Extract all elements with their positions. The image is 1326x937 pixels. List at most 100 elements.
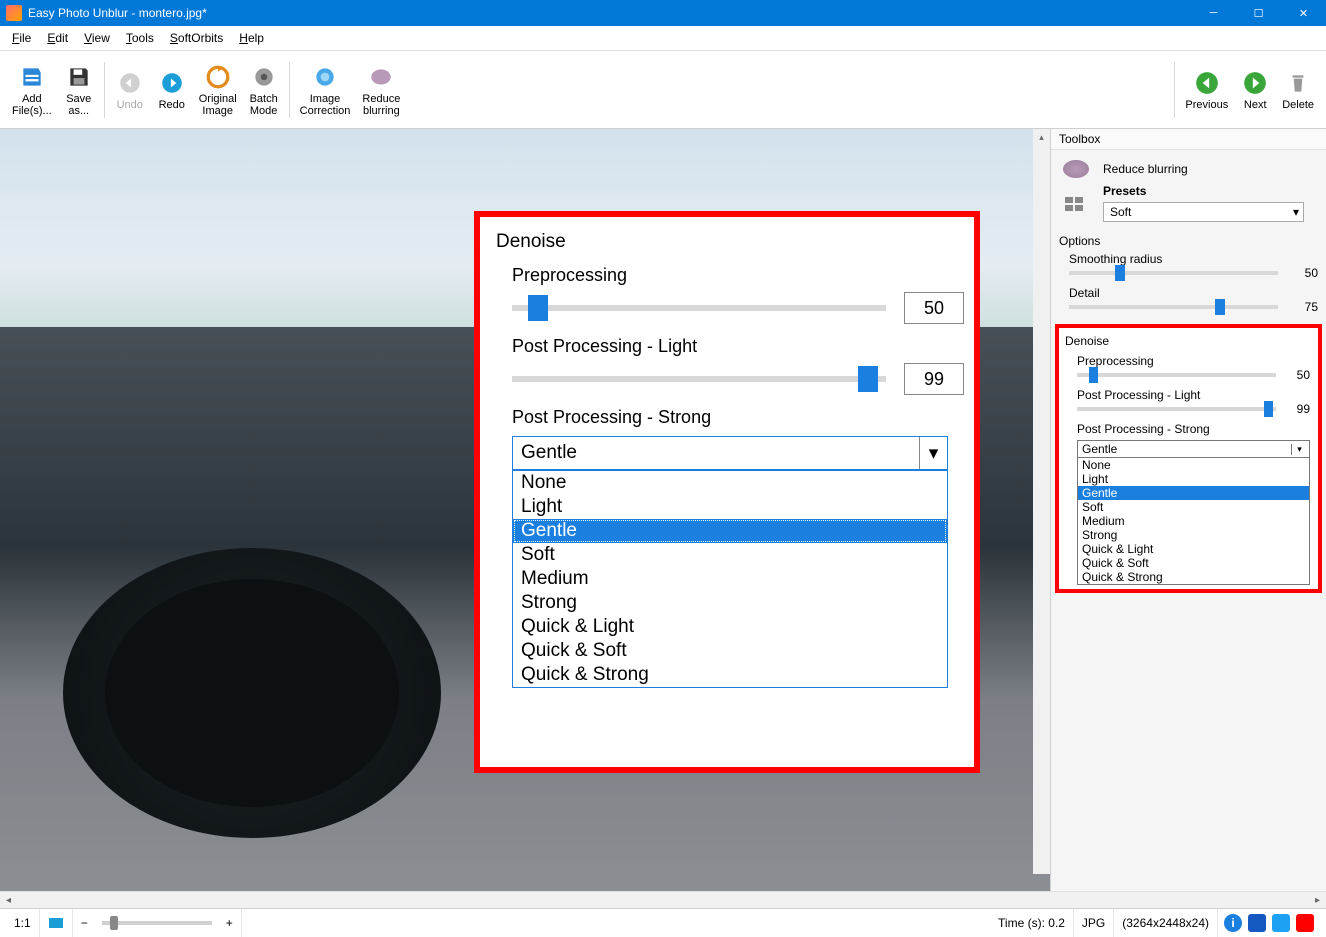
list-option[interactable]: Soft <box>513 543 947 567</box>
list-option[interactable]: None <box>513 471 947 495</box>
list-option[interactable]: Quick & Strong <box>1078 570 1309 584</box>
post-light-slider[interactable] <box>1077 407 1276 411</box>
status-bar: 1:1 − + Time (s): 0.2 JPG (3264x2448x24)… <box>0 908 1326 937</box>
zoom-in-button[interactable]: + <box>218 909 242 937</box>
chevron-down-icon[interactable]: ▾ <box>919 437 947 469</box>
smoothing-radius-slider[interactable] <box>1069 271 1278 275</box>
list-option[interactable]: Quick & Soft <box>1078 556 1309 570</box>
post-strong-combo[interactable]: Gentle ▾ <box>1077 440 1310 458</box>
presets-label: Presets <box>1103 182 1314 200</box>
save-icon <box>65 63 93 91</box>
zoom-slider[interactable] <box>102 921 212 925</box>
toolbar-separator <box>1174 62 1175 118</box>
toolbar-separator <box>104 62 105 118</box>
post-light-slider[interactable] <box>512 376 886 382</box>
save-as-label: Save as... <box>66 93 91 117</box>
preprocessing-slider[interactable] <box>512 305 886 311</box>
delete-label: Delete <box>1282 99 1314 111</box>
chevron-down-icon[interactable]: ▾ <box>1291 444 1307 455</box>
image-canvas[interactable]: Denoise Preprocessing 50 Post Processing… <box>0 129 1050 891</box>
original-image-button[interactable]: Original Image <box>193 55 243 125</box>
next-button[interactable]: Next <box>1234 55 1276 125</box>
list-option[interactable]: Gentle <box>513 519 947 543</box>
menu-edit[interactable]: Edit <box>39 28 76 48</box>
reduce-blurring-button[interactable]: Reduce blurring <box>356 55 406 125</box>
next-icon <box>1241 69 1269 97</box>
list-option[interactable]: Quick & Soft <box>513 639 947 663</box>
post-strong-combo-value: Gentle <box>1082 442 1117 456</box>
info-icon[interactable]: i <box>1224 914 1242 932</box>
presets-value: Soft <box>1110 205 1131 219</box>
post-light-label: Post Processing - Light <box>512 336 964 357</box>
list-option[interactable]: Quick & Light <box>1078 542 1309 556</box>
add-files-button[interactable]: Add File(s)... <box>6 55 58 125</box>
redo-button[interactable]: Redo <box>151 55 193 125</box>
delete-icon <box>1284 69 1312 97</box>
menu-file[interactable]: File <box>4 28 39 48</box>
slider-thumb[interactable] <box>858 366 878 392</box>
previous-button[interactable]: Previous <box>1179 55 1234 125</box>
presets-dropdown[interactable]: Soft ▾ <box>1103 202 1304 222</box>
reduce-blurring-label: Reduce blurring <box>362 93 400 117</box>
list-option[interactable]: Strong <box>1078 528 1309 542</box>
slider-thumb[interactable] <box>528 295 548 321</box>
close-button[interactable]: ✕ <box>1281 0 1326 26</box>
list-option[interactable]: Soft <box>1078 500 1309 514</box>
image-correction-button[interactable]: Image Correction <box>294 55 357 125</box>
slider-thumb[interactable] <box>1089 367 1098 383</box>
minimize-button[interactable]: ─ <box>1191 0 1236 26</box>
post-strong-listbox[interactable]: NoneLightGentleSoftMediumStrongQuick & L… <box>1077 458 1310 585</box>
zoom-out-button[interactable]: − <box>73 909 96 937</box>
undo-icon <box>116 69 144 97</box>
list-option[interactable]: None <box>1078 458 1309 472</box>
menu-softorbits[interactable]: SoftOrbits <box>162 28 231 48</box>
list-option[interactable]: Quick & Light <box>513 615 947 639</box>
horizontal-scrollbar[interactable]: ◂ ▸ <box>0 891 1326 908</box>
presets-icon <box>1063 195 1089 215</box>
image-correction-icon <box>311 63 339 91</box>
delete-button[interactable]: Delete <box>1276 55 1320 125</box>
list-option[interactable]: Light <box>513 495 947 519</box>
preprocessing-slider[interactable] <box>1077 373 1276 377</box>
list-option[interactable]: Medium <box>513 567 947 591</box>
menu-view[interactable]: View <box>76 28 118 48</box>
post-light-value[interactable]: 99 <box>904 363 964 395</box>
facebook-icon[interactable] <box>1248 914 1266 932</box>
denoise-panel-zoom: Denoise Preprocessing 50 Post Processing… <box>474 211 980 773</box>
list-option[interactable]: Gentle <box>1078 486 1309 500</box>
chevron-down-icon: ▾ <box>1293 205 1299 219</box>
window-title: Easy Photo Unblur - montero.jpg* <box>28 6 1191 20</box>
preprocessing-value[interactable]: 50 <box>904 292 964 324</box>
smoothing-radius-value: 50 <box>1288 266 1318 280</box>
twitter-icon[interactable] <box>1272 914 1290 932</box>
list-option[interactable]: Medium <box>1078 514 1309 528</box>
youtube-icon[interactable] <box>1296 914 1314 932</box>
vertical-scrollbar[interactable]: ▴ <box>1033 129 1050 874</box>
menu-help[interactable]: Help <box>231 28 272 48</box>
fit-to-screen-button[interactable] <box>40 909 73 937</box>
options-label: Options <box>1051 232 1326 250</box>
list-option[interactable]: Strong <box>513 591 947 615</box>
slider-thumb[interactable] <box>1115 265 1125 281</box>
preprocessing-label: Preprocessing <box>1063 352 1314 368</box>
maximize-button[interactable]: ☐ <box>1236 0 1281 26</box>
menu-tools[interactable]: Tools <box>118 28 162 48</box>
scroll-right-icon[interactable]: ▸ <box>1309 895 1326 906</box>
scroll-left-icon[interactable]: ◂ <box>0 895 17 906</box>
post-strong-listbox[interactable]: NoneLightGentleSoftMediumStrongQuick & L… <box>512 470 948 688</box>
list-option[interactable]: Light <box>1078 472 1309 486</box>
list-option[interactable]: Quick & Strong <box>513 663 947 687</box>
image-correction-label: Image Correction <box>300 93 351 117</box>
slider-thumb[interactable] <box>1215 299 1225 315</box>
previous-label: Previous <box>1185 99 1228 111</box>
slider-thumb[interactable] <box>110 916 118 930</box>
save-as-button[interactable]: Save as... <box>58 55 100 125</box>
detail-slider[interactable] <box>1069 305 1278 309</box>
undo-button[interactable]: Undo <box>109 55 151 125</box>
redo-label: Redo <box>159 99 185 111</box>
post-strong-combo[interactable]: Gentle ▾ <box>512 436 948 470</box>
slider-thumb[interactable] <box>1264 401 1273 417</box>
batch-mode-button[interactable]: Batch Mode <box>243 55 285 125</box>
reduce-blurring-icon <box>1063 160 1089 178</box>
zoom-ratio[interactable]: 1:1 <box>6 909 40 937</box>
